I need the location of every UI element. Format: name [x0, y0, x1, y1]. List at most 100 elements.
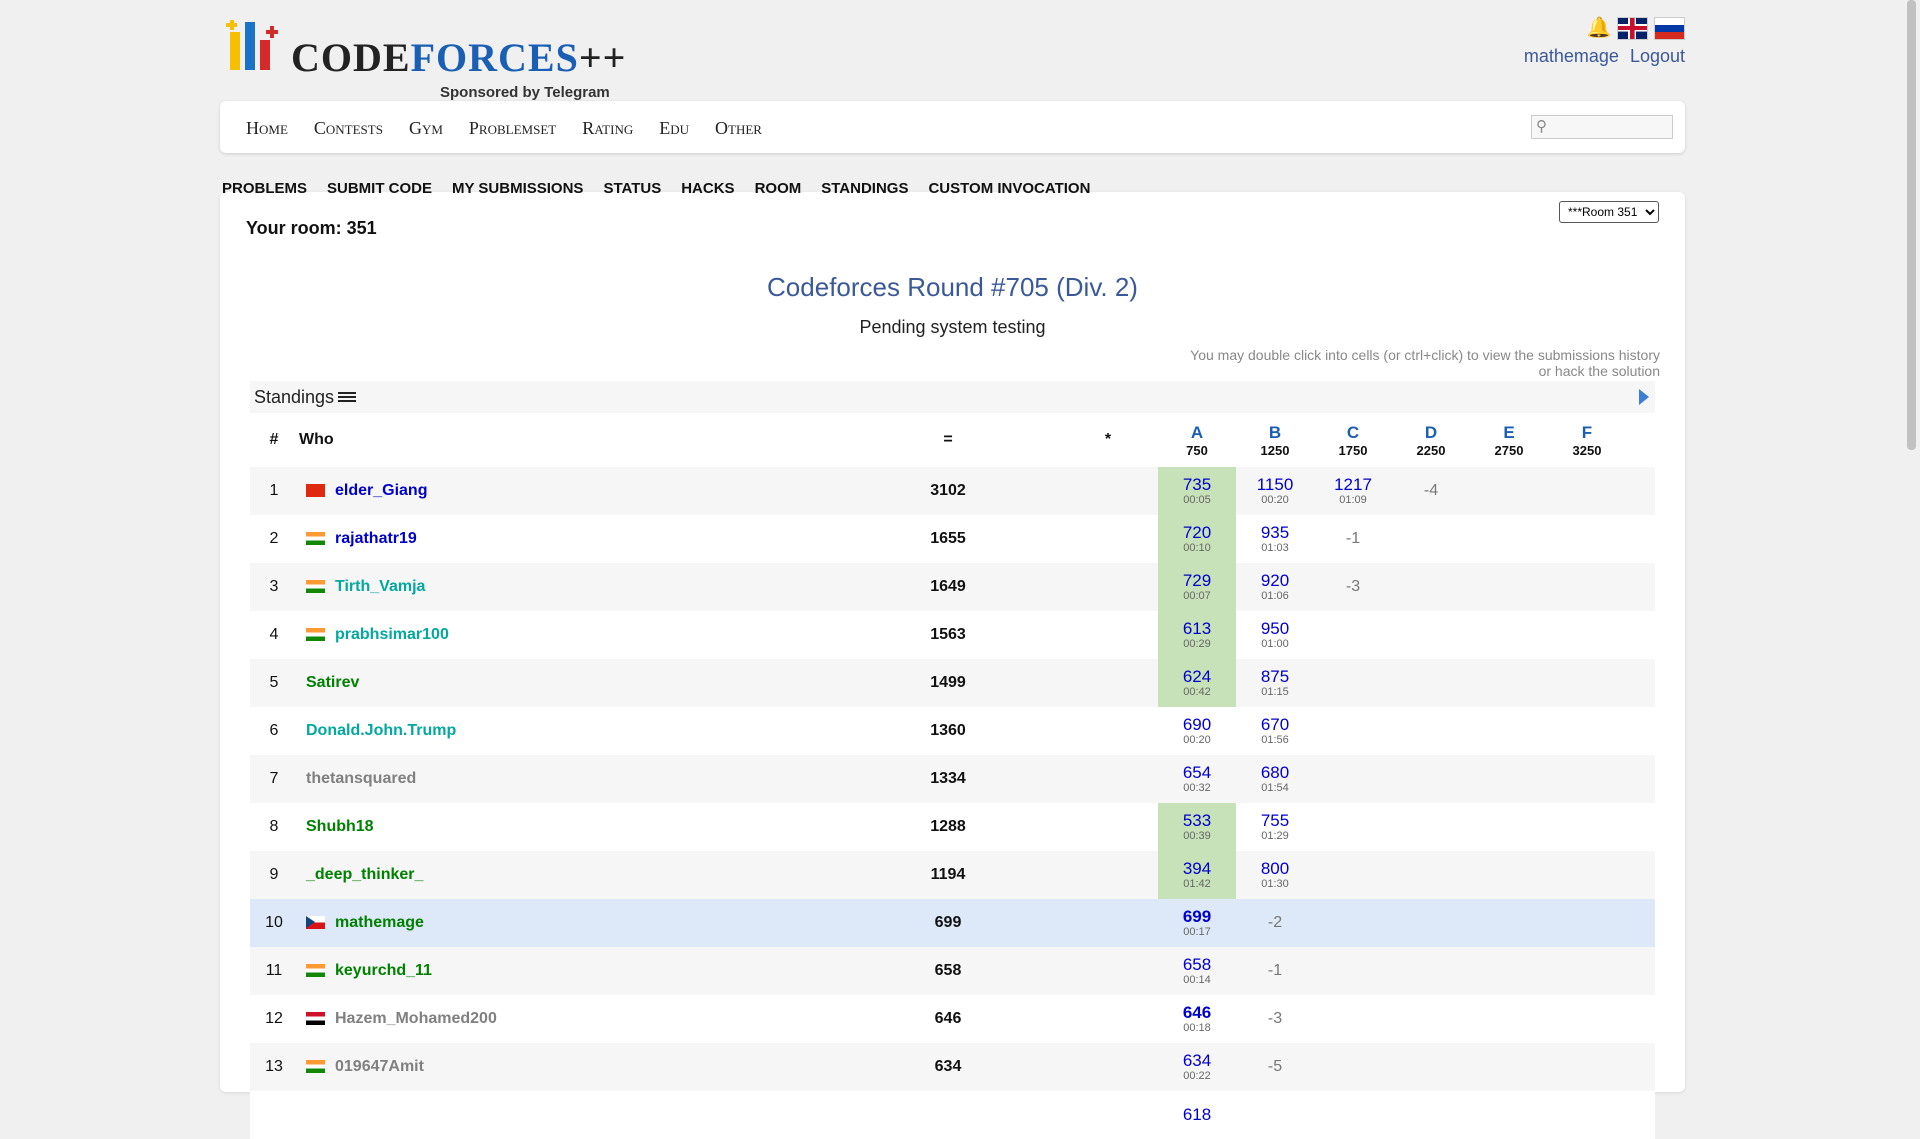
menu-item-home[interactable]: Home	[246, 118, 288, 139]
problem-cell[interactable]	[1548, 659, 1626, 707]
participant-handle[interactable]: prabhsimar100	[335, 626, 449, 643]
problem-cell[interactable]: 618	[1158, 1091, 1236, 1139]
participant-handle[interactable]: mathemage	[335, 914, 424, 931]
contest-tab-status[interactable]: STATUS	[603, 180, 661, 197]
problem-cell[interactable]: 720 00:10	[1158, 515, 1236, 563]
problem-cell[interactable]: 613 00:29	[1158, 611, 1236, 659]
profile-link[interactable]: mathemage	[1524, 46, 1619, 66]
english-flag-icon[interactable]	[1617, 16, 1648, 40]
participant-handle[interactable]: elder_Giang	[335, 482, 427, 499]
problem-cell[interactable]: 654 00:32	[1158, 755, 1236, 803]
problem-cell[interactable]	[1548, 851, 1626, 899]
problem-cell[interactable]: 680 01:54	[1236, 755, 1314, 803]
problem-cell[interactable]	[1470, 611, 1548, 659]
contest-tab-custom-invocation[interactable]: CUSTOM INVOCATION	[928, 180, 1090, 197]
expand-arrow-icon[interactable]	[1639, 389, 1649, 405]
problem-cell[interactable]: 729 00:07	[1158, 563, 1236, 611]
problem-cell[interactable]	[1548, 899, 1626, 947]
problem-cell[interactable]	[1470, 707, 1548, 755]
participant-handle[interactable]: Shubh18	[306, 818, 374, 835]
problem-cell[interactable]	[1314, 995, 1392, 1043]
problem-letter[interactable]: E	[1471, 423, 1547, 443]
contest-tab-standings[interactable]: STANDINGS	[821, 180, 908, 197]
problem-cell[interactable]: 735 00:05	[1158, 467, 1236, 515]
contest-tab-my-submissions[interactable]: MY SUBMISSIONS	[452, 180, 583, 197]
problem-cell[interactable]: 920 01:06	[1236, 563, 1314, 611]
problem-cell[interactable]	[1392, 611, 1470, 659]
problem-cell[interactable]: -4	[1392, 467, 1470, 515]
problem-cell[interactable]: -2	[1236, 899, 1314, 947]
participant-handle[interactable]: thetansquared	[306, 770, 416, 787]
problem-cell[interactable]	[1392, 1043, 1470, 1091]
problem-letter[interactable]: B	[1237, 423, 1313, 443]
problem-cell[interactable]	[1314, 1043, 1392, 1091]
problem-header-e[interactable]: E 2750	[1470, 413, 1548, 467]
problem-cell[interactable]	[1392, 851, 1470, 899]
problem-cell[interactable]: 634 00:22	[1158, 1043, 1236, 1091]
menu-item-gym[interactable]: Gym	[409, 118, 443, 139]
problem-cell[interactable]	[1314, 659, 1392, 707]
problem-letter[interactable]: F	[1549, 423, 1625, 443]
problem-cell[interactable]	[1470, 467, 1548, 515]
problem-cell[interactable]	[1314, 611, 1392, 659]
problem-cell[interactable]: 755 01:29	[1236, 803, 1314, 851]
contest-tab-submit-code[interactable]: SUBMIT CODE	[327, 180, 432, 197]
problem-cell[interactable]	[1392, 899, 1470, 947]
problem-cell[interactable]	[1470, 947, 1548, 995]
bell-icon[interactable]: 🔔	[1587, 16, 1612, 40]
contest-title[interactable]: Codeforces Round #705 (Div. 2)	[220, 272, 1685, 303]
problem-cell[interactable]	[1548, 467, 1626, 515]
problem-cell[interactable]	[1314, 947, 1392, 995]
problem-cell[interactable]: -1	[1236, 947, 1314, 995]
search-input[interactable]: ⚲	[1531, 115, 1673, 139]
problem-cell[interactable]: 646 00:18	[1158, 995, 1236, 1043]
problem-cell[interactable]: 950 01:00	[1236, 611, 1314, 659]
problem-cell[interactable]	[1548, 947, 1626, 995]
problem-cell[interactable]	[1470, 1091, 1548, 1139]
menu-item-contests[interactable]: Contests	[314, 118, 383, 139]
menu-item-rating[interactable]: Rating	[582, 118, 633, 139]
problem-header-f[interactable]: F 3250	[1548, 413, 1626, 467]
problem-cell[interactable]	[1392, 563, 1470, 611]
problem-cell[interactable]	[1548, 707, 1626, 755]
problem-cell[interactable]: -5	[1236, 1043, 1314, 1091]
problem-cell[interactable]	[1470, 563, 1548, 611]
problem-cell[interactable]: 1217 01:09	[1314, 467, 1392, 515]
problem-cell[interactable]	[1392, 803, 1470, 851]
problem-cell[interactable]	[1314, 1091, 1392, 1139]
problem-letter[interactable]: D	[1393, 423, 1469, 443]
participant-handle[interactable]: _deep_thinker_	[306, 866, 423, 883]
problem-header-d[interactable]: D 2250	[1392, 413, 1470, 467]
problem-cell[interactable]: 394 01:42	[1158, 851, 1236, 899]
problem-cell[interactable]	[1548, 755, 1626, 803]
problem-cell[interactable]: 800 01:30	[1236, 851, 1314, 899]
problem-cell[interactable]: -3	[1236, 995, 1314, 1043]
problem-cell[interactable]	[1392, 707, 1470, 755]
problem-cell[interactable]	[1470, 1043, 1548, 1091]
problem-cell[interactable]	[1548, 611, 1626, 659]
problem-cell[interactable]: 935 01:03	[1236, 515, 1314, 563]
problem-cell[interactable]	[1470, 755, 1548, 803]
problem-header-a[interactable]: A 750	[1158, 413, 1236, 467]
problem-cell[interactable]	[1314, 851, 1392, 899]
problem-cell[interactable]	[1548, 563, 1626, 611]
problem-letter[interactable]: A	[1159, 423, 1235, 443]
problem-cell[interactable]	[1392, 1091, 1470, 1139]
problem-cell[interactable]	[1548, 803, 1626, 851]
problem-cell[interactable]: 875 01:15	[1236, 659, 1314, 707]
participant-handle[interactable]: Donald.John.Trump	[306, 722, 456, 739]
list-icon[interactable]	[338, 392, 357, 405]
codeforces-logo[interactable]: CODEFORCES++ Sponsored by Telegram	[225, 18, 625, 101]
problem-cell[interactable]: 658 00:14	[1158, 947, 1236, 995]
problem-cell[interactable]: -1	[1314, 515, 1392, 563]
problem-cell[interactable]	[1470, 899, 1548, 947]
logout-link[interactable]: Logout	[1630, 46, 1685, 66]
problem-cell[interactable]	[1314, 803, 1392, 851]
problem-cell[interactable]: -3	[1314, 563, 1392, 611]
problem-cell[interactable]	[1392, 947, 1470, 995]
russian-flag-icon[interactable]	[1654, 16, 1685, 40]
menu-item-edu[interactable]: Edu	[659, 118, 689, 139]
menu-item-other[interactable]: Other	[715, 118, 762, 139]
problem-cell[interactable]: 670 01:56	[1236, 707, 1314, 755]
problem-cell[interactable]	[1470, 515, 1548, 563]
